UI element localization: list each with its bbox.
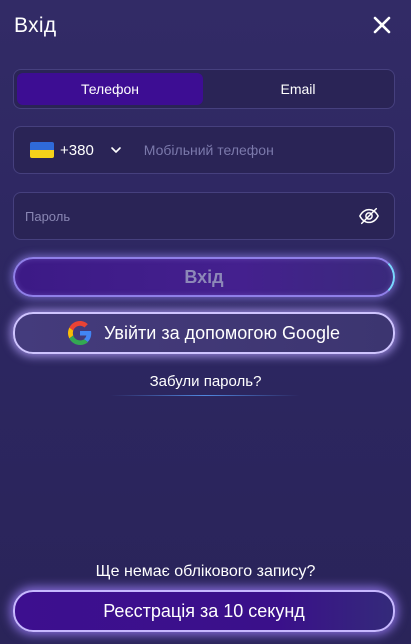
register-button[interactable]: Реєстрація за 10 секунд [13,590,395,632]
password-field [13,192,395,240]
google-login-button[interactable]: Увійти за допомогою Google [13,312,395,354]
country-code: +380 [60,141,94,159]
login-button[interactable]: Вхід [13,257,395,297]
forgot-password-underline [110,395,300,396]
phone-field: +380 [13,126,395,174]
phone-input[interactable] [141,126,394,174]
close-button[interactable] [371,14,393,36]
tab-phone[interactable]: Телефон [17,73,203,105]
chevron-down-icon [110,147,121,153]
country-code-select[interactable]: +380 [14,127,122,173]
google-button-label: Увійти за допомогою Google [104,322,340,343]
no-account-text: Ще немає облікового запису? [95,563,316,580]
tab-email[interactable]: Email [205,73,391,105]
close-icon [373,16,391,34]
forgot-password-link[interactable]: Забули пароль? [0,373,411,390]
page-title: Вхід [14,14,57,37]
ukraine-flag-icon [30,142,54,158]
login-modal: Вхід Телефон Email +380 В [0,0,411,644]
google-icon [68,321,92,345]
login-method-tabs: Телефон Email [13,69,395,109]
password-input[interactable] [23,192,358,240]
eye-off-icon[interactable] [358,205,380,227]
